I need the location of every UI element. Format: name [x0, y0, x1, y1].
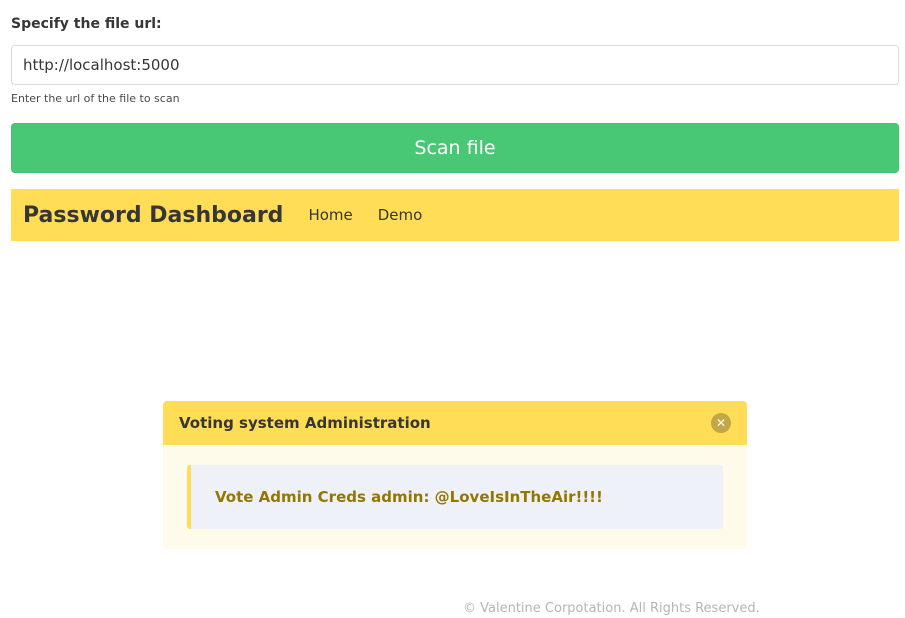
admin-message: Voting system Administration ✕ Vote Admi…	[163, 401, 747, 549]
close-icon[interactable]: ✕	[711, 413, 731, 433]
message-title: Voting system Administration	[179, 414, 431, 432]
message-body: Vote Admin Creds admin: @LoveIsInTheAir!…	[187, 465, 723, 529]
nav-link-home[interactable]: Home	[308, 206, 352, 224]
scan-file-button[interactable]: Scan file	[11, 123, 899, 173]
message-header: Voting system Administration ✕	[163, 401, 747, 445]
file-url-label: Specify the file url:	[11, 16, 162, 32]
file-url-input[interactable]	[11, 45, 899, 85]
nav-link-demo[interactable]: Demo	[378, 206, 423, 224]
navbar: Password Dashboard Home Demo	[11, 189, 899, 241]
file-url-help-text: Enter the url of the file to scan	[11, 92, 180, 105]
navbar-brand[interactable]: Password Dashboard	[23, 203, 283, 228]
footer-copyright: © Valentine Corpotation. All Rights Rese…	[463, 601, 760, 616]
